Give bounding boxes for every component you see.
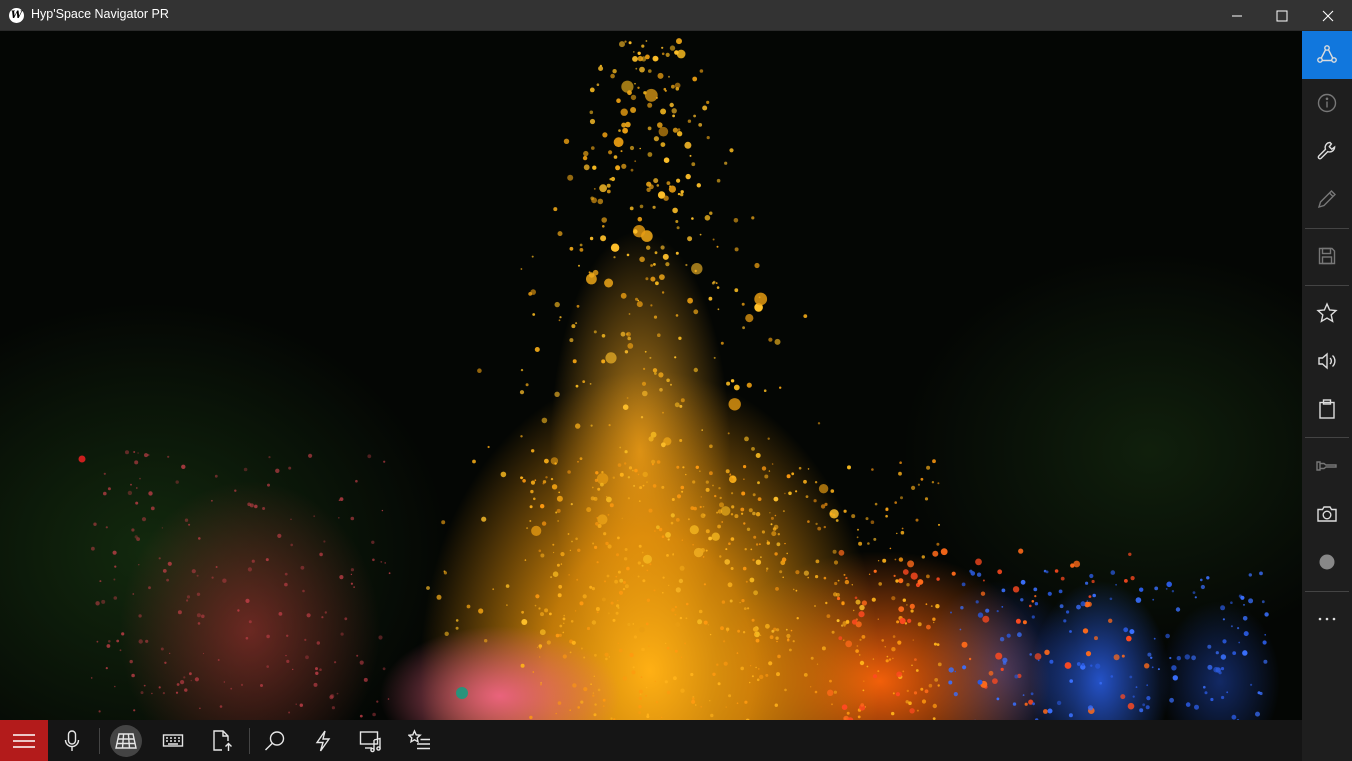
separator — [1305, 228, 1349, 229]
share-button[interactable] — [1302, 31, 1352, 79]
close-button[interactable] — [1305, 0, 1351, 31]
separator — [1305, 285, 1349, 286]
favorites-list-button[interactable] — [396, 720, 444, 761]
keyboard-icon — [162, 733, 184, 747]
main-menu-button[interactable] — [0, 720, 48, 761]
grid-globe-icon — [115, 732, 137, 749]
edit-button[interactable] — [1302, 175, 1352, 223]
minimize-icon — [1232, 15, 1242, 16]
camera-button[interactable] — [1302, 490, 1352, 538]
wrench-icon — [1317, 141, 1336, 160]
separator — [1305, 591, 1349, 592]
globe-grid-button[interactable] — [102, 720, 150, 761]
sound-button[interactable] — [1302, 337, 1352, 385]
right-command-bar — [1302, 31, 1352, 761]
background-image — [78, 38, 1269, 720]
speaker-icon — [1318, 352, 1336, 370]
upload-document-button[interactable] — [198, 720, 246, 761]
window-title: Hyp'Space Navigator PR — [31, 7, 169, 21]
media-button[interactable] — [347, 720, 395, 761]
clipboard-icon — [1319, 399, 1335, 419]
main-viewport[interactable] — [0, 31, 1302, 720]
app-logo-icon: W — [9, 8, 24, 23]
pencil-icon — [1317, 190, 1336, 209]
hamburger-menu-icon — [13, 733, 35, 748]
microphone-icon — [64, 729, 80, 751]
clipboard-button[interactable] — [1302, 385, 1352, 433]
search-button[interactable] — [251, 720, 299, 761]
save-icon — [1318, 247, 1336, 265]
record-icon — [1319, 554, 1335, 570]
separator — [249, 728, 250, 754]
favorites-list-icon — [408, 728, 430, 749]
flashlight-button[interactable] — [1302, 442, 1352, 490]
camera-icon — [1317, 506, 1337, 522]
separator — [1305, 437, 1349, 438]
star-icon — [1316, 302, 1338, 323]
title-bar: W Hyp'Space Navigator PR — [0, 0, 1352, 31]
search-icon — [265, 730, 285, 750]
voice-button[interactable] — [48, 720, 96, 761]
share-triangle-icon — [1317, 45, 1337, 63]
favorite-button[interactable] — [1302, 289, 1352, 337]
save-button[interactable] — [1302, 232, 1352, 280]
lightning-icon — [315, 730, 331, 751]
more-icon — [1318, 617, 1336, 621]
document-upload-icon — [213, 729, 232, 751]
flashlight-icon — [1316, 461, 1337, 471]
keyboard-button[interactable] — [149, 720, 197, 761]
more-button[interactable] — [1302, 595, 1352, 643]
bottom-toolbar — [0, 720, 1302, 761]
info-button[interactable] — [1302, 79, 1352, 127]
maximize-icon — [1276, 10, 1288, 21]
separator — [99, 728, 100, 754]
active-indicator — [110, 724, 142, 757]
tools-button[interactable] — [1302, 127, 1352, 175]
close-icon — [1322, 10, 1334, 21]
minimize-button[interactable] — [1214, 0, 1260, 31]
info-icon — [1317, 93, 1337, 113]
media-icon — [359, 730, 381, 752]
record-button[interactable] — [1302, 538, 1352, 586]
maximize-button[interactable] — [1259, 0, 1305, 31]
quick-actions-button[interactable] — [299, 720, 347, 761]
